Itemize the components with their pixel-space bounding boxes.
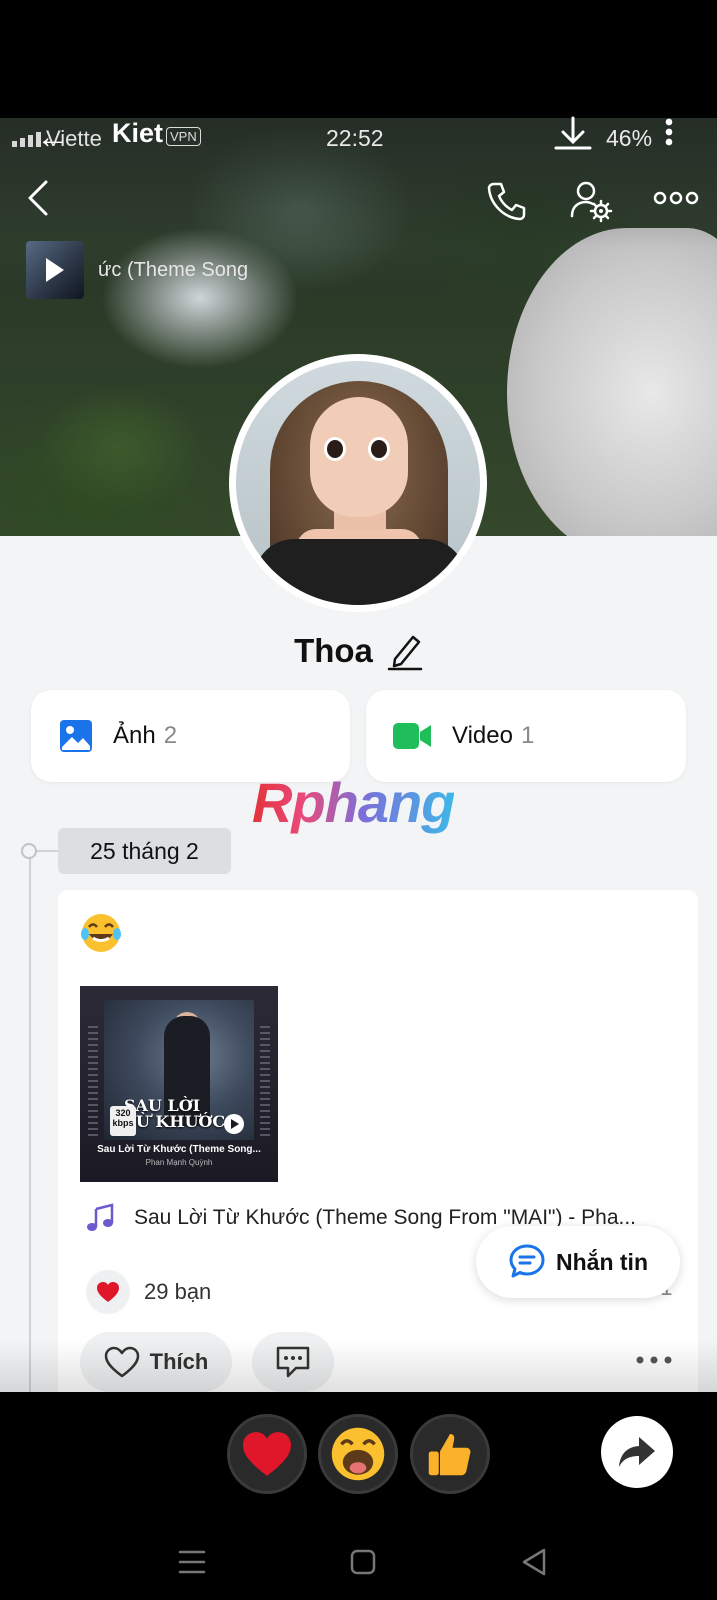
music-note-icon [87,1203,114,1231]
phone-call-icon[interactable] [484,178,530,224]
quality-badge: 320 kbps [110,1106,136,1136]
react-haha-button[interactable] [318,1414,398,1494]
image-icon [60,720,92,752]
share-button[interactable] [601,1416,673,1488]
comment-button[interactable] [252,1332,334,1392]
photos-count: 2 [163,722,178,749]
music-pill-title: ức (Theme Song [98,258,249,281]
system-nav-bar [0,1518,717,1600]
user-settings-icon[interactable] [568,178,614,224]
send-message-button[interactable]: Nhắn tin [476,1226,680,1298]
post-card: SAU LỜI TỪ KHƯỚC 320 kbps Sau Lời Từ Khư… [58,890,698,1400]
cover-statue [507,228,717,536]
timeline-connector [37,850,59,852]
heart-outline-icon [104,1346,139,1378]
videos-card[interactable]: Video 1 [366,690,686,782]
watermark-logo: Rphang [252,771,455,834]
system-back-icon[interactable] [514,1542,554,1582]
like-label: Thích [149,1349,209,1374]
profile-name-row: Thoa [0,626,717,676]
vpn-badge: VPN [166,127,201,146]
status-time: 22:52 [326,125,384,151]
edit-pencil-icon[interactable] [387,631,423,671]
laughing-emoji-icon [81,914,121,952]
post-actions: Thích [80,1332,334,1392]
download-icon[interactable] [550,112,596,158]
laughing-face-icon [331,1427,385,1481]
avatar-image [236,361,480,605]
album-caption: Sau Lời Từ Khước (Theme Song... [97,1144,261,1155]
battery-label: 46% [606,125,653,151]
profile-avatar[interactable] [229,354,487,612]
timeline-dot [21,843,37,859]
album-artist: Phan Mạnh Quỳnh [145,1158,213,1167]
overlay-contact-name: Kiet [112,118,164,148]
heart-icon [97,1282,119,1302]
play-icon [46,258,64,282]
reactions-summary[interactable]: 29 bạn [86,1270,211,1314]
chat-bubble-icon [509,1244,545,1278]
home-icon[interactable] [343,1542,383,1582]
status-bar: Viette ← Kiet VPN 22:52 46% [0,116,717,158]
reactions-count: 29 bạn [144,1279,212,1304]
top-letterbox [0,0,717,118]
recent-apps-icon[interactable] [172,1542,212,1582]
profile-name: Thoa [294,632,373,669]
album-big-title: SAU LỜI TỪ KHƯỚC [124,1096,226,1131]
heart-icon [243,1432,291,1476]
react-heart-button[interactable] [227,1414,307,1494]
more-options-icon[interactable] [652,185,700,211]
album-play-icon[interactable] [224,1114,244,1134]
post-more-icon[interactable] [634,1350,674,1370]
screen: Viette ← Kiet VPN 22:52 46% ức (Theme So… [0,0,717,1600]
video-camera-icon [393,723,431,749]
share-arrow-icon [619,1437,655,1467]
like-button[interactable]: Thích [80,1332,232,1392]
videos-count: 1 [520,722,535,749]
overlay-back-arrow-icon: ← [36,118,70,156]
comment-icon [276,1346,310,1378]
album-cover[interactable]: SAU LỜI TỪ KHƯỚC 320 kbps Sau Lời Từ Khư… [80,986,278,1182]
back-icon[interactable] [20,176,60,220]
photos-card[interactable]: Ảnh 2 [31,690,350,782]
profile-music-pill[interactable]: ức (Theme Song [26,240,286,300]
send-message-label: Nhắn tin [556,1248,648,1275]
timeline-line [29,850,31,1392]
heart-reaction-badge [86,1270,130,1314]
reaction-bar [0,1392,717,1518]
timeline-date-chip: 25 tháng 2 [58,828,231,874]
photos-label: Ảnh [113,722,156,749]
videos-label: Video [452,722,513,749]
overlay-more-vertical-icon[interactable] [664,112,674,152]
thumbs-up-icon [428,1434,471,1476]
react-like-button[interactable] [410,1414,490,1494]
music-thumbnail [26,241,84,299]
